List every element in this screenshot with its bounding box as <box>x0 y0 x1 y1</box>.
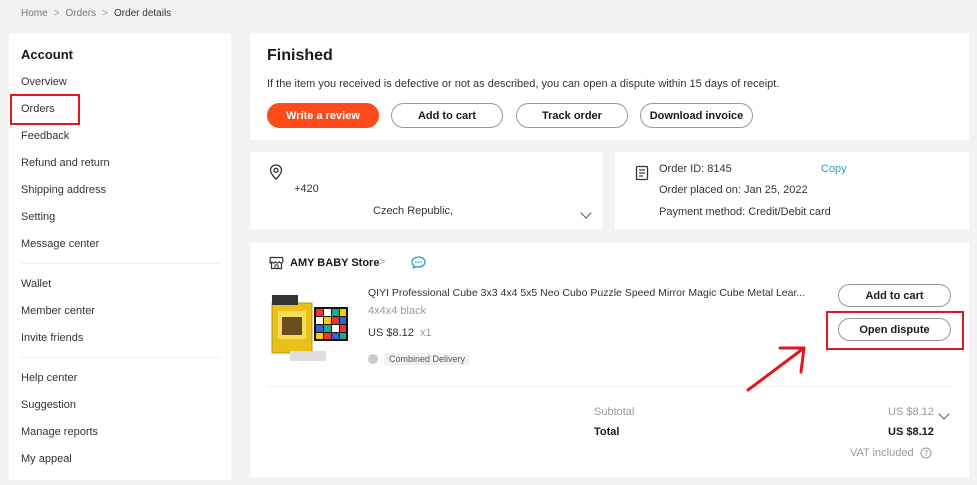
chevron-down-icon[interactable] <box>580 204 592 222</box>
store-icon <box>269 256 284 275</box>
total-value: US $8.12 <box>888 426 934 438</box>
write-review-button[interactable]: Write a review <box>267 103 379 128</box>
sidebar-title: Account <box>21 47 73 62</box>
sidebar-item-member-center[interactable]: Member center <box>21 305 95 317</box>
order-info-card: Order ID: 8145 Copy Order placed on: Jan… <box>615 152 969 229</box>
document-icon <box>635 165 649 186</box>
sidebar-item-message-center[interactable]: Message center <box>21 238 99 250</box>
product-title[interactable]: QIYI Professional Cube 3x3 4x4 5x5 Neo C… <box>368 287 818 299</box>
sidebar-item-manage-reports[interactable]: Manage reports <box>21 426 98 438</box>
product-image[interactable] <box>270 289 352 365</box>
vat-note: VAT included <box>850 447 914 459</box>
sidebar-item-overview[interactable]: Overview <box>21 76 67 88</box>
combined-delivery-badge: Combined Delivery <box>368 352 471 366</box>
shipping-address-card: +420 Czech Republic, <box>250 152 603 229</box>
store-chevron-icon[interactable]: > <box>379 256 385 268</box>
breadcrumb-current: Order details <box>113 8 172 19</box>
add-to-cart-button[interactable]: Add to cart <box>391 103 503 128</box>
subtotal-label: Subtotal <box>594 406 635 418</box>
breadcrumb-orders[interactable]: Orders <box>66 8 97 19</box>
payment-method: Payment method: Credit/Debit card <box>659 206 831 218</box>
item-add-to-cart-button[interactable]: Add to cart <box>838 284 951 307</box>
subtotal-value: US $8.12 <box>888 406 934 418</box>
sidebar-item-invite-friends[interactable]: Invite friends <box>21 332 83 344</box>
sidebar-item-shipping-address[interactable]: Shipping address <box>21 184 106 196</box>
sidebar-item-help-center[interactable]: Help center <box>21 372 77 384</box>
breadcrumb-separator: > <box>102 8 108 19</box>
sidebar-item-my-appeal[interactable]: My appeal <box>21 453 72 465</box>
order-status-card: Finished If the item you received is def… <box>250 33 969 140</box>
download-invoice-button[interactable]: Download invoice <box>640 103 753 128</box>
sidebar-item-refund[interactable]: Refund and return <box>21 157 110 169</box>
total-label: Total <box>594 426 620 438</box>
chevron-down-icon[interactable] <box>938 405 950 423</box>
order-id: Order ID: 8145 <box>659 163 732 175</box>
breadcrumb-separator: > <box>53 8 60 19</box>
copy-order-id-link[interactable]: Copy <box>821 163 847 175</box>
sidebar-divider <box>21 263 221 264</box>
product-quantity: x1 <box>420 327 432 339</box>
sidebar-item-feedback[interactable]: Feedback <box>21 130 69 142</box>
breadcrumb-home[interactable]: Home <box>21 8 48 19</box>
annotation-arrow-icon <box>746 346 806 392</box>
store-name[interactable]: AMY BABY Store <box>290 257 379 269</box>
breadcrumb: Home > Orders > Order details <box>21 8 171 19</box>
chat-icon[interactable] <box>411 256 426 274</box>
dispute-info-text: If the item you received is defective or… <box>267 78 780 90</box>
location-pin-icon <box>269 164 283 185</box>
product-price: US $8.12 <box>368 327 414 339</box>
items-divider <box>267 386 952 387</box>
address-country: Czech Republic, <box>373 205 454 217</box>
track-order-button[interactable]: Track order <box>516 103 628 128</box>
address-phone: +420 <box>294 183 319 195</box>
sidebar-item-wallet[interactable]: Wallet <box>21 278 51 290</box>
sidebar-item-suggestion[interactable]: Suggestion <box>21 399 76 411</box>
combined-delivery-label: Combined Delivery <box>384 353 471 365</box>
annotation-highlight-dispute <box>826 311 964 350</box>
sidebar-item-setting[interactable]: Setting <box>21 211 55 223</box>
order-status-title: Finished <box>267 47 333 64</box>
order-placed-date: Order placed on: Jan 25, 2022 <box>659 184 808 196</box>
delivery-icon <box>368 354 378 364</box>
order-items-card: AMY BABY Store > QIYI Professional Cube … <box>250 243 969 477</box>
product-variant: 4x4x4 black <box>368 305 427 317</box>
svg-text:?: ? <box>924 449 928 458</box>
help-circle-icon[interactable]: ? <box>920 446 932 464</box>
annotation-highlight-orders <box>10 94 80 125</box>
sidebar-divider <box>21 357 221 358</box>
